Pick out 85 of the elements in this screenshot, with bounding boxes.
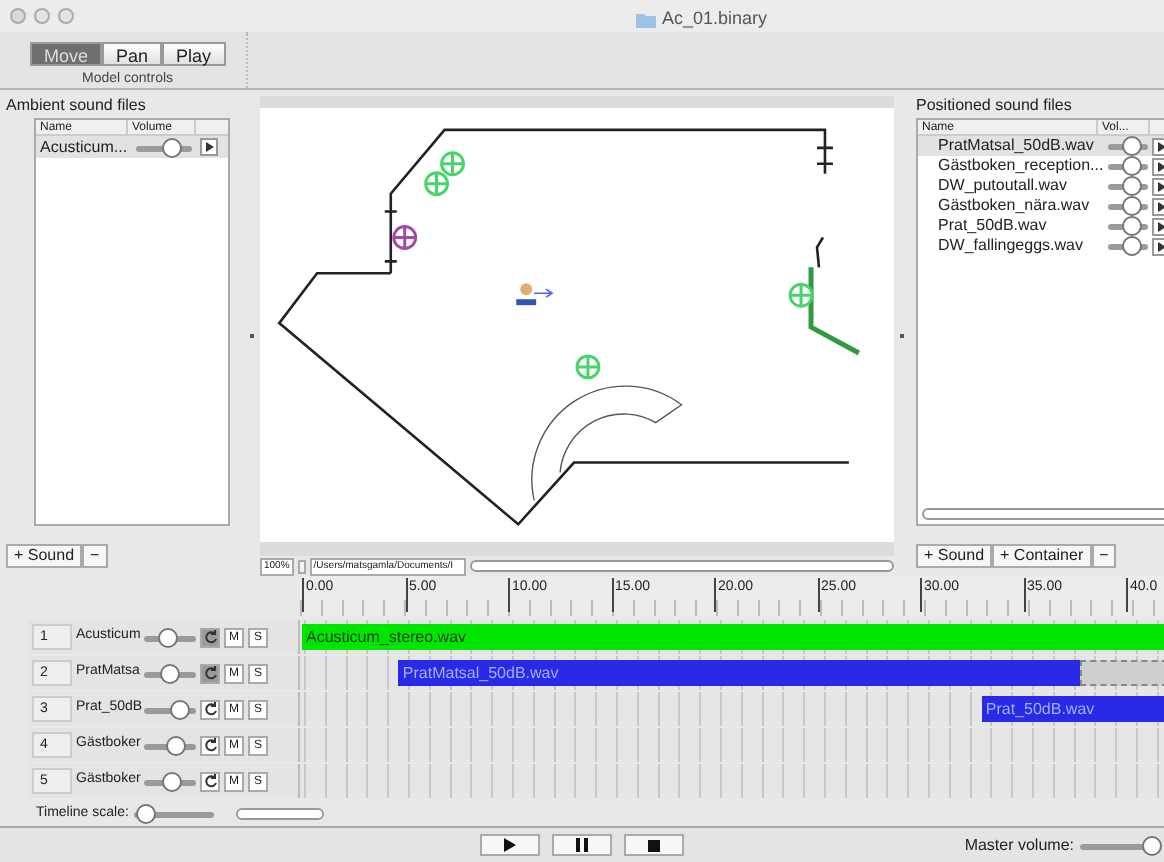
list-button[interactable]: −: [1091, 544, 1117, 568]
horizontal-scrollbar[interactable]: [922, 508, 1164, 520]
volume-slider[interactable]: [144, 771, 196, 791]
pause-button[interactable]: [552, 834, 612, 856]
volume-slider[interactable]: [144, 663, 196, 683]
volume-slider[interactable]: [1108, 196, 1148, 216]
sound-name: PratMatsal_50dB.wav: [938, 134, 1096, 158]
sound-name: DW_fallingeggs.wav: [938, 234, 1085, 258]
horizontal-scrollbar[interactable]: [236, 808, 325, 820]
slider-thumb[interactable]: [1122, 216, 1142, 236]
volume-slider[interactable]: [144, 627, 196, 647]
audio-clip[interactable]: Acusticum_stereo.wav: [302, 624, 1164, 650]
stop-button[interactable]: [624, 834, 684, 856]
volume-slider[interactable]: [1108, 216, 1148, 236]
list-button[interactable]: −: [82, 544, 108, 568]
loop-icon: [203, 738, 217, 752]
list-row[interactable]: DW_putoutall.wav: [918, 176, 1164, 196]
window-title: Ac_01.binary: [662, 6, 768, 32]
slider-thumb[interactable]: [1122, 176, 1142, 196]
audio-clip[interactable]: Prat_50dB.wav: [981, 696, 1164, 722]
sound-name: Gästboken_nära.wav: [938, 194, 1092, 218]
list-row[interactable]: Acusticum...: [36, 136, 228, 158]
list-row[interactable]: Gästboken_nära.wav: [918, 196, 1164, 216]
horizontal-scrollbar[interactable]: [469, 560, 894, 572]
mode-tab[interactable]: Move: [30, 42, 103, 66]
list-button[interactable]: + Container: [992, 544, 1092, 568]
loop-button[interactable]: [200, 699, 220, 719]
splitter-handle[interactable]: [900, 334, 904, 338]
loop-button[interactable]: [200, 735, 220, 755]
volume-slider[interactable]: [1108, 156, 1148, 176]
audio-clip[interactable]: PratMatsal_50dB.wav: [398, 660, 1081, 686]
loop-button[interactable]: [200, 771, 220, 791]
volume-slider[interactable]: [144, 735, 196, 755]
folder-icon: [636, 11, 656, 28]
slider-thumb[interactable]: [1122, 136, 1142, 156]
listener-icon[interactable]: [516, 283, 554, 306]
play-button[interactable]: [480, 834, 540, 856]
slider-thumb[interactable]: [1142, 836, 1162, 856]
panel-title: Positioned sound files: [916, 96, 1074, 116]
volume-slider[interactable]: [134, 804, 215, 824]
slider-thumb[interactable]: [1122, 236, 1142, 256]
loop-icon: [203, 702, 217, 716]
wall-line: [808, 267, 860, 356]
volume-slider[interactable]: [1080, 836, 1160, 856]
play-icon: [504, 838, 516, 852]
list-button[interactable]: + Sound: [6, 544, 83, 568]
sound-source-icon[interactable]: [392, 224, 418, 250]
slider-thumb[interactable]: [157, 627, 178, 647]
slider-thumb[interactable]: [1122, 196, 1142, 216]
loop-icon: [203, 630, 217, 644]
play-icon: [204, 142, 214, 152]
sound-name: Acusticum...: [40, 135, 128, 159]
slider-thumb[interactable]: [165, 735, 186, 755]
stop-icon: [648, 839, 660, 851]
splitter-handle[interactable]: [250, 334, 254, 338]
sound-name: DW_putoutall.wav: [938, 174, 1069, 198]
slider-thumb[interactable]: [1122, 156, 1142, 176]
loop-button[interactable]: [200, 627, 220, 647]
pause-icon: [576, 838, 588, 852]
master-volume-label: Master volume:: [964, 834, 1074, 858]
volume-slider[interactable]: [136, 137, 192, 157]
slider-thumb[interactable]: [162, 771, 183, 791]
sound-name: Prat_50dB.wav: [938, 214, 1049, 238]
list-button[interactable]: + Sound: [916, 544, 993, 568]
play-button[interactable]: [200, 138, 218, 156]
panel-title: Ambient sound files: [6, 96, 148, 116]
loop-button[interactable]: [200, 663, 220, 683]
loop-icon: [203, 774, 217, 788]
sound-name: Gästboken_reception...: [938, 154, 1098, 178]
list-row[interactable]: Gästboken_reception...: [918, 156, 1164, 176]
volume-slider[interactable]: [1108, 236, 1148, 256]
volume-slider[interactable]: [1108, 176, 1148, 196]
slider-thumb[interactable]: [136, 804, 157, 824]
slider-thumb[interactable]: [170, 699, 191, 719]
slider-thumb[interactable]: [162, 137, 183, 157]
list-row[interactable]: DW_fallingeggs.wav: [918, 236, 1164, 256]
loop-icon: [203, 666, 217, 680]
volume-slider[interactable]: [1108, 136, 1148, 156]
mode-tab[interactable]: Pan: [102, 42, 163, 66]
slider-thumb[interactable]: [160, 663, 180, 683]
volume-slider[interactable]: [144, 699, 196, 719]
mode-tab[interactable]: Play: [162, 42, 226, 66]
list-row[interactable]: Prat_50dB.wav: [918, 216, 1164, 236]
list-row[interactable]: PratMatsal_50dB.wav: [918, 136, 1164, 156]
sound-source-icon[interactable]: [788, 282, 814, 308]
